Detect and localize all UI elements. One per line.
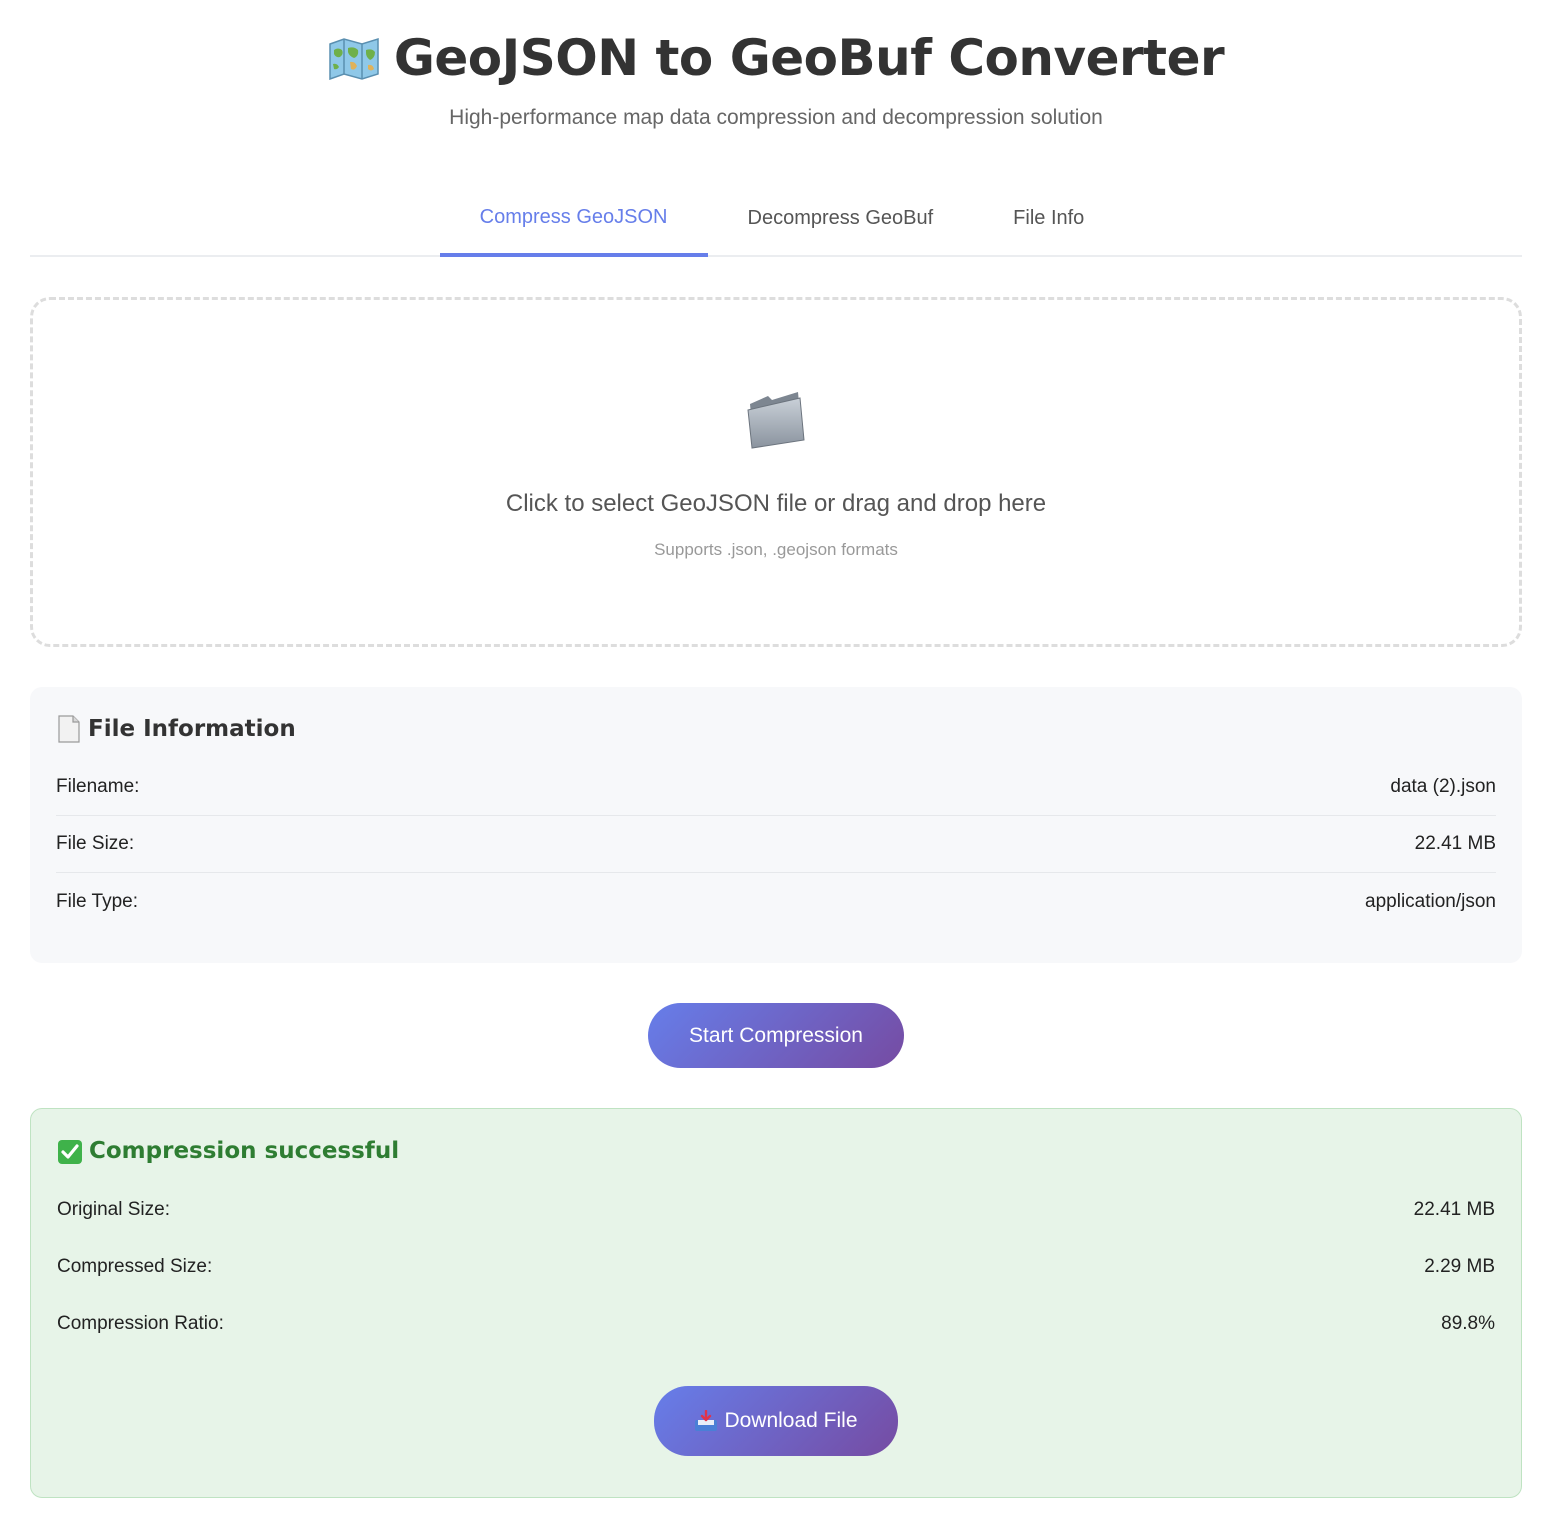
download-file-button[interactable]: Download File [654,1386,898,1456]
original-size-label: Original Size: [57,1198,170,1220]
result-row-original-size: Original Size: 22.41 MB [57,1181,1495,1238]
compressed-size-label: Compressed Size: [57,1255,213,1277]
file-size-label: File Size: [56,833,135,854]
tab-decompress-geobuf[interactable]: Decompress GeoBuf [708,180,974,257]
file-info-row-type: File Type: application/json [56,873,1496,930]
file-size-value: 22.41 MB [1414,833,1496,854]
page-title: GeoJSON to GeoBuf Converter [393,29,1225,87]
compression-ratio-value: 89.8% [1441,1312,1495,1334]
inbox-tray-icon [695,1410,718,1431]
result-row-compressed-size: Compressed Size: 2.29 MB [57,1238,1495,1295]
file-information-card: File Information Filename: data (2).json… [30,687,1522,963]
result-row-compression-ratio: Compression Ratio: 89.8% [57,1295,1495,1352]
file-information-rows: Filename: data (2).json File Size: 22.41… [56,759,1496,930]
result-rows: Original Size: 22.41 MB Compressed Size:… [57,1181,1495,1352]
start-button-wrap: Start Compression [30,963,1522,1068]
folder-icon [747,392,805,449]
title-row: GeoJSON to GeoBuf Converter [30,29,1522,87]
upload-formats-hint: Supports .json, .geojson formats [654,540,898,559]
compression-ratio-label: Compression Ratio: [57,1312,224,1334]
check-icon [58,1140,82,1164]
file-information-heading: File Information [56,713,1496,745]
tab-bar: Compress GeoJSON Decompress GeoBuf File … [30,180,1522,257]
download-file-label: Download File [724,1409,858,1432]
world-map-icon [329,37,379,80]
filename-label: Filename: [56,776,140,797]
page-subtitle: High-performance map data compression an… [449,106,1103,129]
file-type-label: File Type: [56,890,139,912]
file-drop-zone[interactable]: Click to select GeoJSON file or drag and… [30,297,1522,647]
start-compression-button[interactable]: Start Compression [648,1003,904,1068]
file-info-row-filename: Filename: data (2).json [56,759,1496,816]
file-information-title: File Information [88,716,296,742]
file-type-value: application/json [1365,890,1496,912]
filename-value: data (2).json [1390,776,1496,797]
tab-file-info[interactable]: File Info [973,180,1124,257]
compression-result-card: Compression successful Original Size: 22… [30,1108,1522,1498]
upload-instruction: Click to select GeoJSON file or drag and… [505,490,1047,517]
document-icon [58,715,80,743]
result-heading: Compression successful [57,1135,1495,1167]
original-size-value: 22.41 MB [1413,1198,1495,1220]
download-button-wrap: Download File [57,1352,1495,1456]
compressed-size-value: 2.29 MB [1424,1255,1495,1277]
header: GeoJSON to GeoBuf Converter High-perform… [30,0,1522,130]
tab-compress-geojson[interactable]: Compress GeoJSON [439,180,708,257]
file-info-row-size: File Size: 22.41 MB [56,816,1496,873]
page: GeoJSON to GeoBuf Converter High-perform… [0,0,1544,1518]
result-title: Compression successful [89,1138,400,1164]
